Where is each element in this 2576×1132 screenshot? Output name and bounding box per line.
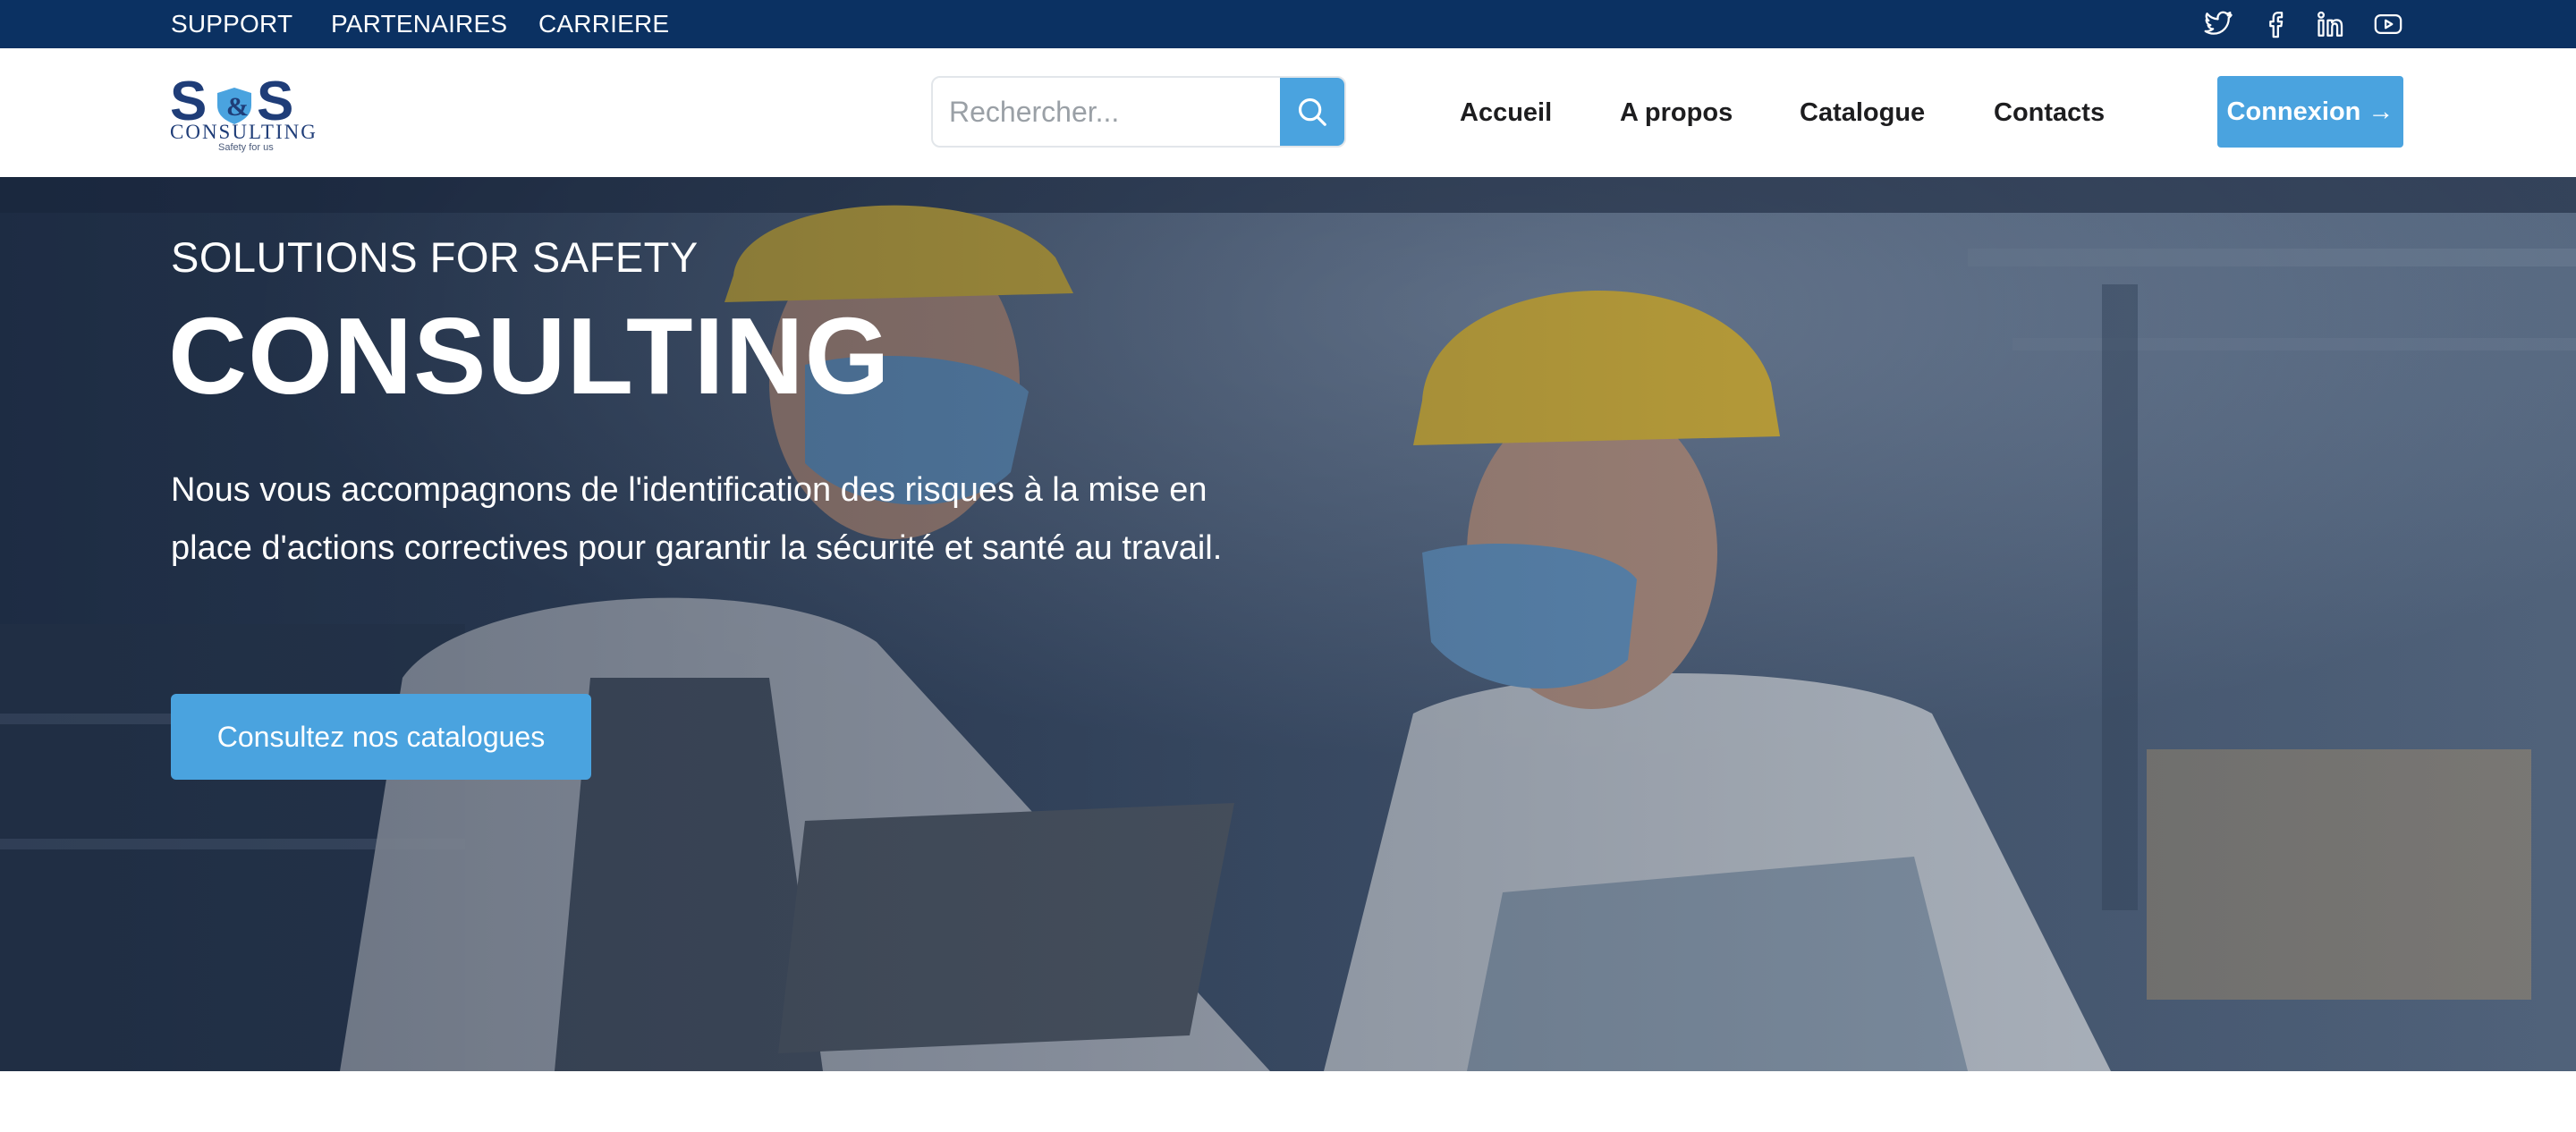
hero-section: SOLUTIONS FOR SAFETY CONSULTING Nous vou… [0,177,2576,1071]
search-icon [1298,97,1326,126]
top-bar: SUPPORT PARTENAIRES CARRIERE [0,0,2576,48]
youtube-icon[interactable] [2372,8,2404,40]
support-link[interactable]: SUPPORT [171,0,292,48]
main-navbar: S & S CONSULTING Safety for us Accueil A… [0,48,2576,177]
carriere-link[interactable]: CARRIERE [538,0,669,48]
partenaires-link[interactable]: PARTENAIRES [331,0,507,48]
search-box [931,76,1346,148]
facebook-icon[interactable] [2259,8,2292,40]
site-logo[interactable]: S & S CONSULTING Safety for us [170,71,358,154]
search-button[interactable] [1280,78,1344,146]
login-button[interactable]: Connexion → [2217,76,2403,148]
hero-title: CONSULTING [168,295,891,417]
twitter-icon[interactable] [2202,8,2234,40]
svg-text:Safety for us: Safety for us [218,142,274,153]
catalogues-cta-button[interactable]: Consultez nos catalogues [171,694,591,780]
hero-kicker: SOLUTIONS FOR SAFETY [171,233,699,281]
hero-description: Nous vous accompagnons de l'identificati… [171,471,1223,567]
search-input[interactable] [933,78,1282,146]
nav-catalogue[interactable]: Catalogue [1800,48,1925,177]
nav-contacts[interactable]: Contacts [1994,48,2105,177]
svg-text:&: & [226,92,249,122]
svg-text:CONSULTING: CONSULTING [170,121,318,143]
linkedin-icon[interactable] [2315,8,2347,40]
nav-a-propos[interactable]: A propos [1620,48,1733,177]
nav-accueil[interactable]: Accueil [1460,48,1552,177]
